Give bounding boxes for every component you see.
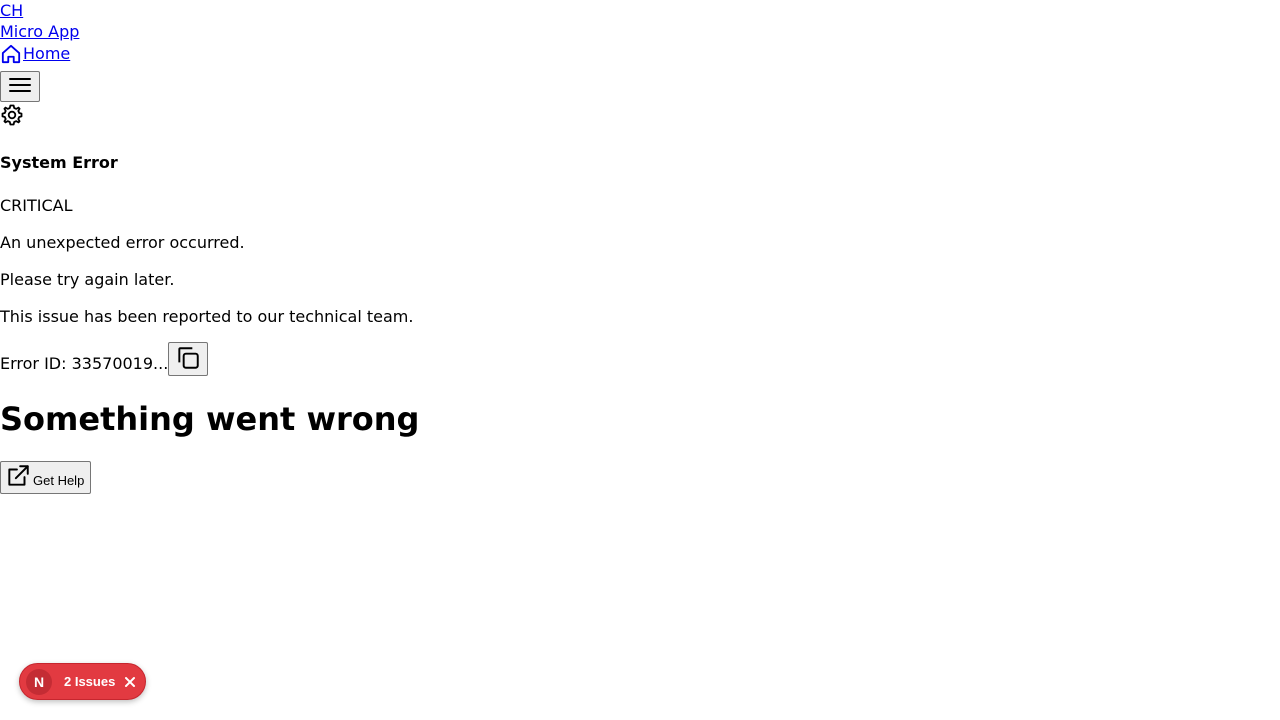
hamburger-menu-icon — [8, 76, 32, 97]
error-severity: CRITICAL — [0, 196, 73, 215]
home-link[interactable]: Home — [0, 43, 70, 64]
error-id-text: Error ID: 33570019... — [0, 354, 169, 373]
issues-badge[interactable]: N 2 Issues — [19, 663, 146, 700]
brand-initials-link[interactable]: CH — [0, 0, 23, 21]
copy-error-id-button[interactable] — [168, 342, 209, 376]
copy-icon — [175, 345, 201, 374]
get-help-button[interactable]: Get Help — [0, 461, 92, 494]
external-link-icon — [5, 463, 31, 492]
close-icon[interactable] — [121, 673, 139, 691]
get-help-label: Get Help — [33, 473, 85, 488]
brand-name-link[interactable]: Micro App — [0, 21, 79, 42]
home-link-label: Home — [23, 44, 71, 63]
menu-button[interactable] — [0, 71, 40, 102]
error-title: System Error — [0, 153, 118, 172]
error-report-note: This issue has been reported to our tech… — [0, 307, 414, 326]
home-icon — [0, 44, 22, 64]
issues-count-label: 2 Issues — [64, 674, 116, 689]
page-title: Something went wrong — [0, 400, 420, 438]
issues-avatar: N — [26, 668, 52, 695]
error-advice: Please try again later. — [0, 270, 175, 289]
error-id-row: Error ID: 33570019... — [0, 342, 209, 376]
gear-icon[interactable] — [0, 103, 24, 127]
error-message: An unexpected error occurred. — [0, 233, 245, 252]
